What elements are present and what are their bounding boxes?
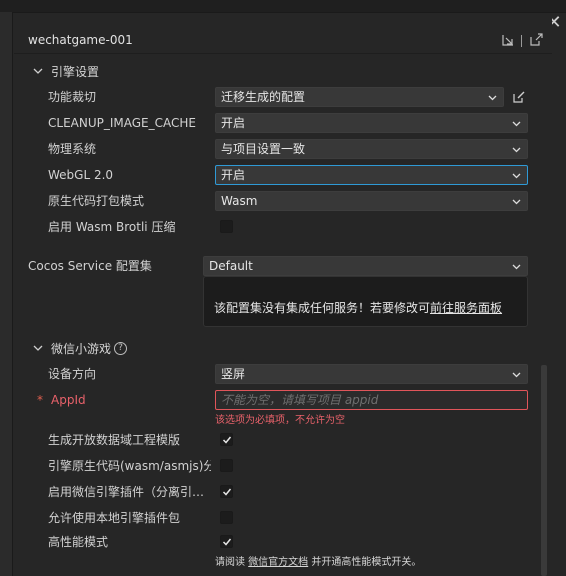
title-bar bbox=[0, 0, 566, 12]
wechat-engine-plugin-label: 启用微信引擎插件（分离引擎代码） bbox=[48, 485, 208, 499]
service-info-text: 该配置集没有集成任何服务！若要修改可前往服务面板 bbox=[214, 301, 503, 315]
wechat-section-title: 微信小游戏 bbox=[51, 341, 112, 356]
orientation-label: 设备方向 bbox=[48, 367, 97, 381]
chevron-down-icon bbox=[512, 264, 521, 270]
window: ✕ wechatgame-001 引擎设置 功能裁切 迁移生成的配置 CLEAN… bbox=[0, 0, 566, 576]
native-code-mode-label: 原生代码打包模式 bbox=[48, 194, 145, 208]
wechat-engine-plugin-checkbox[interactable] bbox=[220, 485, 233, 498]
header-divider bbox=[521, 35, 522, 47]
chevron-down-icon bbox=[512, 121, 521, 127]
cleanup-image-cache-select[interactable]: 开启 bbox=[215, 113, 528, 133]
appid-label: * AppId bbox=[37, 393, 86, 407]
engine-section-title: 引擎设置 bbox=[51, 64, 100, 79]
webgl2-select[interactable]: 开启 bbox=[215, 165, 528, 185]
platform-title: wechatgame-001 bbox=[28, 33, 133, 47]
chevron-down-icon bbox=[488, 95, 497, 101]
export-icon[interactable] bbox=[501, 33, 515, 47]
chevron-down-icon bbox=[512, 199, 521, 205]
service-panel-link[interactable]: 前往服务面板 bbox=[430, 301, 502, 315]
chevron-down-icon bbox=[512, 173, 521, 179]
external-link-icon[interactable] bbox=[529, 33, 543, 47]
feature-cut-label: 功能裁切 bbox=[48, 90, 97, 104]
native-code-mode-select[interactable]: Wasm bbox=[215, 191, 528, 211]
cocos-service-select[interactable]: Default bbox=[203, 256, 528, 276]
engine-subpackage-label: 引擎原生代码(wasm/asmjs)分包 bbox=[48, 459, 211, 473]
required-star: * bbox=[37, 393, 43, 407]
check-icon bbox=[222, 436, 232, 444]
chevron-down-icon bbox=[33, 345, 43, 351]
orientation-select[interactable]: 竖屏 bbox=[215, 364, 528, 384]
physics-system-select[interactable]: 与项目设置一致 bbox=[215, 139, 528, 159]
edit-icon[interactable] bbox=[512, 90, 526, 104]
local-engine-plugin-label: 允许使用本地引擎插件包 bbox=[48, 511, 181, 525]
cocos-service-label: Cocos Service 配置集 bbox=[28, 259, 152, 273]
engine-section-header[interactable]: 引擎设置 bbox=[33, 61, 99, 81]
high-performance-label: 高性能模式 bbox=[48, 535, 109, 549]
help-icon[interactable]: ? bbox=[114, 341, 128, 355]
chevron-down-icon bbox=[512, 147, 521, 153]
feature-cut-select[interactable]: 迁移生成的配置 bbox=[215, 87, 504, 107]
wechat-section-header[interactable]: 微信小游戏 ? bbox=[33, 338, 128, 358]
local-engine-plugin-checkbox[interactable] bbox=[220, 511, 233, 524]
open-data-template-checkbox[interactable] bbox=[220, 433, 233, 446]
service-info-box: 该配置集没有集成任何服务！若要修改可前往服务面板 bbox=[203, 276, 528, 327]
wasm-brotli-label: 启用 Wasm Brotli 压缩 bbox=[48, 220, 176, 234]
wechat-docs-link[interactable]: 微信官方文档 bbox=[248, 557, 308, 568]
chevron-down-icon bbox=[33, 68, 43, 74]
chevron-down-icon bbox=[512, 372, 521, 378]
cleanup-image-cache-label: CLEANUP_IMAGE_CACHE bbox=[48, 116, 196, 130]
check-icon bbox=[222, 488, 232, 496]
engine-subpackage-checkbox[interactable] bbox=[220, 459, 233, 472]
webgl2-label: WebGL 2.0 bbox=[48, 168, 114, 182]
open-data-template-label: 生成开放数据域工程模版 bbox=[48, 433, 181, 447]
appid-error: 该选项为必填项，不允许为空 bbox=[215, 415, 345, 426]
check-icon bbox=[222, 538, 232, 546]
physics-system-label: 物理系统 bbox=[48, 142, 97, 156]
high-performance-checkbox[interactable] bbox=[220, 535, 233, 548]
appid-input[interactable]: 不能为空，请填写项目 appid bbox=[215, 390, 528, 410]
scrollbar[interactable] bbox=[541, 365, 547, 576]
wasm-brotli-checkbox[interactable] bbox=[220, 220, 233, 233]
high-performance-hint: 请阅读 微信官方文档 并开通高性能模式开关。 bbox=[215, 557, 422, 568]
